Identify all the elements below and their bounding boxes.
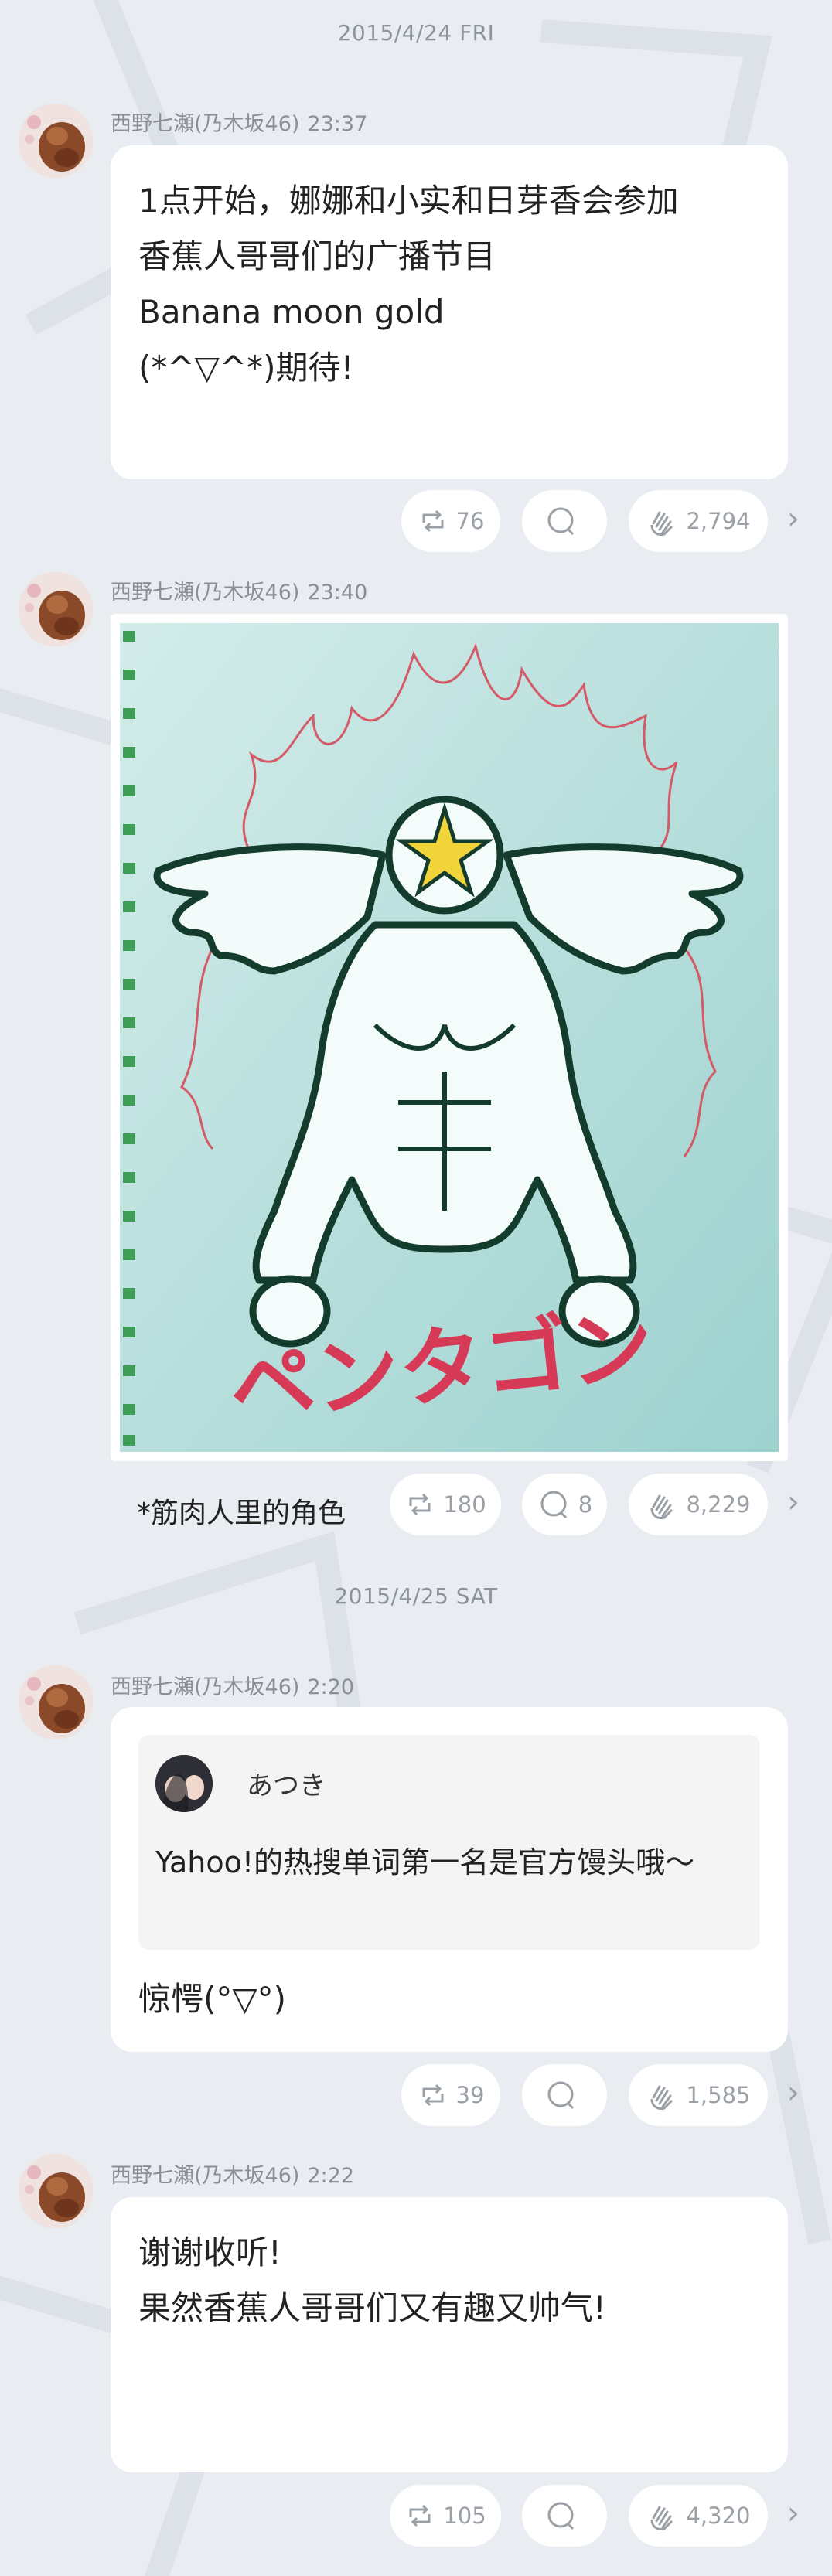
clap-icon [650,1494,673,1519]
post-meta: 西野七瀬(乃木坂46) 2:20 [111,1670,354,1700]
chevron-right-icon[interactable]: › [787,501,800,537]
chevron-right-icon[interactable]: › [787,1484,800,1520]
post-meta: 西野七瀬(乃木坂46) 2:22 [111,2159,354,2189]
post-text: 惊愕(°▽°) [138,1980,287,2018]
post-text: 1点开始，娜娜和小实和日芽香会参加 香蕉人哥哥们的广播节目 Banana moo… [138,182,679,387]
chevron-right-icon[interactable]: › [787,2496,800,2531]
repost-button[interactable]: 39 [401,2064,500,2126]
post-meta: 西野七瀬(乃木坂46) 23:37 [111,107,367,137]
clap-count: 1,585 [686,2082,751,2108]
repost-icon [409,1493,431,1516]
comment-icon [547,507,575,536]
clap-icon [650,511,673,536]
avatar-image [19,2154,93,2228]
author-name: 西野七瀬(乃木坂46) [111,581,300,605]
comment-icon [547,2502,575,2530]
message-bubble[interactable]: 谢谢收听! 果然香蕉人哥哥们又有趣又帅气! [111,2197,788,2472]
repost-icon [409,2504,431,2527]
author-name: 西野七瀬(乃木坂46) [111,1675,300,1699]
author-name: 西野七瀬(乃木坂46) [111,112,300,136]
post-meta: 西野七瀬(乃木坂46) 23:40 [111,575,367,605]
clap-count: 4,320 [686,2503,751,2529]
drawing-image: ペンタゴン [120,623,779,1452]
photo-caption: *筋肉人里的角色 [137,1498,346,1529]
quoted-author-name: あつき [247,1770,326,1801]
post-photo[interactable]: ペンタゴン [111,614,788,1461]
quoted-avatar [155,1755,213,1812]
clap-button[interactable]: 2,794 [629,490,768,552]
comment-count: 8 [578,1491,593,1518]
comment-button[interactable]: 8 [522,1474,607,1535]
author-avatar[interactable] [19,104,93,178]
clap-count: 2,794 [686,508,751,534]
avatar-image [19,1665,93,1739]
date-separator: 2015/4/25 SAT [334,1583,498,1609]
repost-count: 76 [455,508,485,534]
date-separator: 2015/4/24 FRI [337,20,495,46]
quoted-text: Yahoo!的热搜单词第一名是官方馒头哦〜 [155,1845,695,1879]
message-bubble[interactable]: あつき Yahoo!的热搜单词第一名是官方馒头哦〜 惊愕(°▽°) [111,1707,788,2052]
post-text: 谢谢收听! 果然香蕉人哥哥们又有趣又帅气! [138,2234,606,2327]
comment-button[interactable] [522,2485,607,2547]
comment-button[interactable] [522,2064,607,2126]
clap-count: 8,229 [686,1491,751,1518]
clap-button[interactable]: 8,229 [629,1474,768,1535]
author-avatar[interactable] [19,572,93,646]
repost-icon [422,2084,444,2107]
clap-button[interactable]: 1,585 [629,2064,768,2126]
post-time: 2:22 [307,2164,355,2188]
repost-count: 180 [443,1491,486,1518]
post-time: 2:20 [307,1675,355,1699]
clap-icon [650,2506,673,2530]
author-avatar[interactable] [19,2154,93,2228]
repost-button[interactable]: 105 [390,2485,501,2547]
quoted-message[interactable]: あつき Yahoo!的热搜单词第一名是官方馒头哦〜 [138,1735,760,1950]
repost-count: 105 [443,2503,486,2529]
avatar-image [19,104,93,178]
author-avatar[interactable] [19,1665,93,1739]
chevron-right-icon[interactable]: › [787,2075,800,2111]
comment-button[interactable] [522,490,607,552]
clap-button[interactable]: 4,320 [629,2485,768,2547]
message-bubble[interactable]: 1点开始，娜娜和小实和日芽香会参加 香蕉人哥哥们的广播节目 Banana moo… [111,145,788,479]
repost-button[interactable]: 180 [390,1474,501,1535]
repost-button[interactable]: 76 [401,490,500,552]
post-time: 23:37 [307,112,368,136]
quoted-avatar-image [155,1755,213,1812]
avatar-image [19,572,93,646]
comment-icon [540,1491,567,1519]
author-name: 西野七瀬(乃木坂46) [111,2164,300,2188]
post-time: 23:40 [307,581,368,605]
repost-count: 39 [455,2082,485,2108]
comment-icon [547,2081,575,2110]
repost-icon [422,509,444,533]
clap-icon [650,2085,673,2110]
